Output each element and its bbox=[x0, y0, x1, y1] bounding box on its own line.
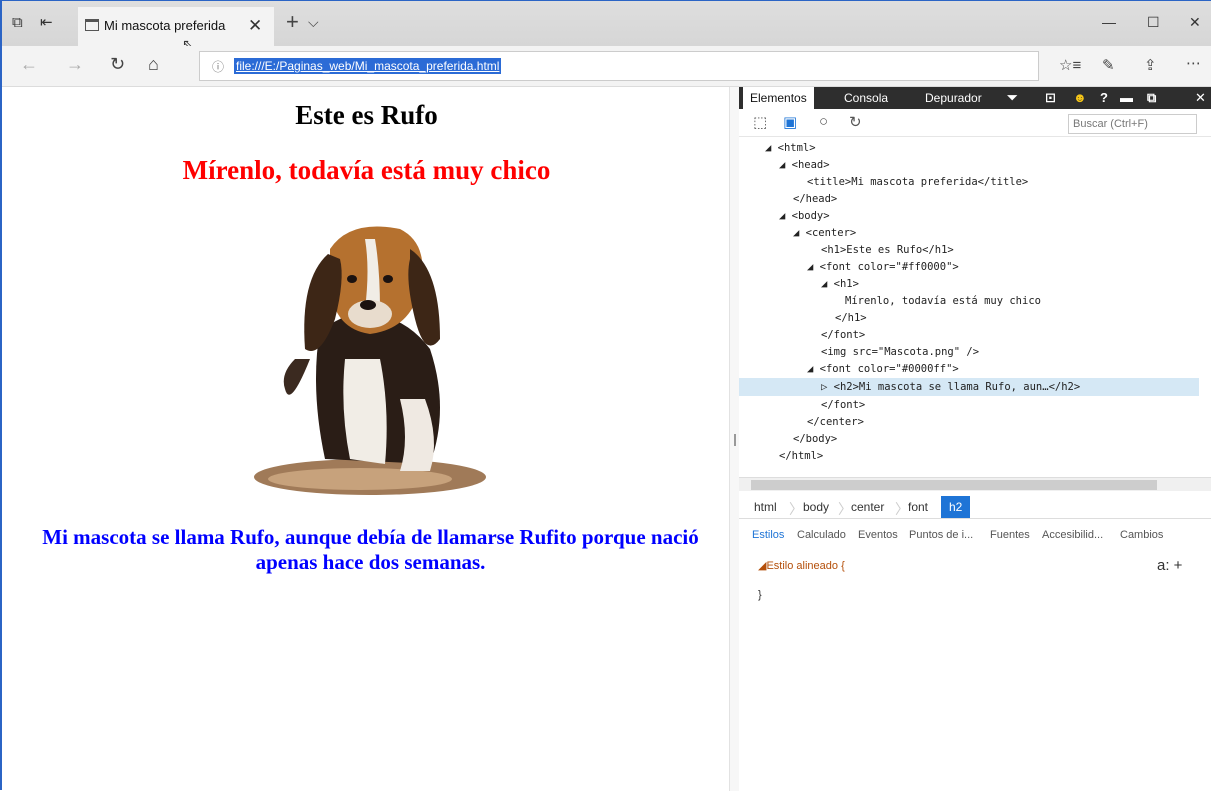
address-bar[interactable]: ⓘ file:///E:/Paginas_web/Mi_mascota_pref… bbox=[199, 51, 1039, 81]
share-icon[interactable]: ⇪ bbox=[1144, 56, 1157, 74]
breadcrumb-h2[interactable]: h2 bbox=[941, 496, 971, 518]
dom-node[interactable]: </html> bbox=[779, 447, 1211, 465]
dom-node[interactable]: <img src="Mascota.png" /> bbox=[821, 343, 1211, 361]
tab-eventos[interactable]: Eventos bbox=[858, 529, 898, 541]
inline-style-rule[interactable]: ◢Estilo alineado { bbox=[758, 559, 845, 572]
tab-consola[interactable]: Consola bbox=[844, 91, 888, 105]
dom-node[interactable]: </h1> bbox=[835, 309, 1211, 327]
splitter-grip[interactable] bbox=[734, 434, 736, 446]
tab-elementos[interactable]: Elementos bbox=[743, 87, 814, 109]
refresh-icon[interactable]: ↻ bbox=[110, 54, 125, 75]
styles-pane: ◢Estilo alineado { } a: + bbox=[739, 551, 1211, 791]
dom-node[interactable]: </font> bbox=[821, 326, 1211, 344]
info-icon[interactable]: ⓘ bbox=[212, 58, 224, 75]
tab-depurador[interactable]: Depurador bbox=[925, 91, 982, 105]
pen-icon[interactable]: ✎ bbox=[1102, 56, 1115, 74]
breadcrumb-html[interactable]: html bbox=[754, 500, 777, 514]
tab-groups-icon[interactable]: ⧉ bbox=[12, 15, 23, 31]
tab-title: Mi mascota preferida bbox=[104, 18, 226, 33]
tab-bar: ⧉ ⇤ Mi mascota preferida ✕ ⇖ + ⌵ — ☐ ✕ bbox=[2, 1, 1211, 52]
dom-vertical-scrollbar[interactable] bbox=[1199, 139, 1211, 477]
dom-node[interactable]: </head> bbox=[793, 190, 1211, 208]
page-heading-mirenlo: Mírenlo, todavía está muy chico bbox=[182, 155, 551, 185]
maximize-icon[interactable]: ☐ bbox=[1147, 14, 1160, 31]
back-icon[interactable]: ← bbox=[20, 54, 38, 75]
highlight-elements-icon[interactable]: ▣ bbox=[783, 113, 797, 131]
new-tab-icon[interactable]: + bbox=[286, 9, 299, 35]
scrollbar-thumb[interactable] bbox=[751, 480, 1157, 490]
console-toggle-icon[interactable]: ⊡ bbox=[1045, 90, 1056, 106]
chevron-right-icon: 〉 bbox=[895, 501, 909, 517]
forward-icon[interactable]: → bbox=[66, 54, 84, 75]
tab-calculado[interactable]: Calculado bbox=[797, 529, 846, 541]
select-element-icon[interactable]: ⬚ bbox=[753, 113, 767, 131]
tab-puntos[interactable]: Puntos de i... bbox=[909, 529, 973, 541]
dom-node[interactable]: <title>Mi mascota preferida</title> bbox=[807, 173, 1211, 191]
breadcrumb-center[interactable]: center bbox=[851, 500, 884, 514]
dock-icon[interactable]: ▬ bbox=[1120, 90, 1133, 105]
set-tabs-aside-icon[interactable]: ⇤ bbox=[40, 15, 53, 31]
dom-node[interactable]: </center> bbox=[807, 413, 1211, 431]
chevron-right-icon: 〉 bbox=[838, 501, 852, 517]
url-text[interactable]: file:///E:/Paginas_web/Mi_mascota_prefer… bbox=[234, 58, 502, 74]
dom-node[interactable]: ◢ <center> bbox=[793, 224, 1211, 242]
favorites-icon[interactable]: ☆≡ bbox=[1059, 56, 1081, 74]
puppy-image bbox=[254, 226, 486, 495]
devtools-splitter[interactable] bbox=[729, 87, 739, 791]
devtools-tab-bar: Elementos Consola Depurador ⏷ ⊡ ☻ ? ▬ ⧉ … bbox=[739, 87, 1211, 109]
elements-toolbar: ⬚ ▣ ○ ↻ Buscar (Ctrl+F) bbox=[739, 109, 1211, 137]
dom-node[interactable]: ◢ <body> bbox=[779, 207, 1211, 225]
more-icon[interactable]: ⋯ bbox=[1186, 54, 1201, 72]
tab-fuentes[interactable]: Fuentes bbox=[990, 529, 1030, 541]
close-window-icon[interactable]: ✕ bbox=[1189, 14, 1201, 31]
rule-close-brace: } bbox=[758, 589, 762, 601]
dom-node[interactable]: </body> bbox=[793, 430, 1211, 448]
feedback-smiley-icon[interactable]: ☻ bbox=[1073, 90, 1087, 105]
dom-node[interactable]: ◢ <font color="#ff0000"> bbox=[807, 258, 1211, 276]
undock-icon[interactable]: ⧉ bbox=[1147, 90, 1156, 106]
web-page-content: Este es Rufo Mírenlo, todavía está muy c… bbox=[4, 87, 729, 791]
close-devtools-icon[interactable]: ✕ bbox=[1195, 90, 1206, 106]
dom-node[interactable]: ◢ <font color="#0000ff"> bbox=[807, 360, 1211, 378]
style-tools[interactable]: a: + bbox=[1157, 557, 1182, 574]
close-tab-icon[interactable]: ✕ bbox=[248, 16, 262, 36]
navigation-bar: ← → ↻ ⌂ ⓘ file:///E:/Paginas_web/Mi_masc… bbox=[2, 46, 1211, 87]
chevron-right-icon: 〉 bbox=[789, 501, 803, 517]
dom-node[interactable]: ◢ <html> bbox=[765, 139, 1211, 157]
breadcrumb-body[interactable]: body bbox=[803, 500, 829, 514]
styles-tab-bar: Estilos Calculado Eventos Puntos de i...… bbox=[739, 523, 1211, 547]
home-icon[interactable]: ⌂ bbox=[148, 54, 159, 75]
refresh-dom-icon[interactable]: ↻ bbox=[849, 113, 862, 131]
tab-estilos[interactable]: Estilos bbox=[752, 529, 784, 541]
devtools-panel: Elementos Consola Depurador ⏷ ⊡ ☻ ? ▬ ⧉ … bbox=[739, 87, 1211, 791]
dom-node[interactable]: Mírenlo, todavía está muy chico bbox=[845, 292, 1211, 310]
breadcrumb-font[interactable]: font bbox=[908, 500, 928, 514]
dom-tree: ◢ <html> ◢ <head> <title>Mi mascota pref… bbox=[739, 139, 1211, 477]
tab-cambios[interactable]: Cambios bbox=[1120, 529, 1163, 541]
tab-accesibilidad[interactable]: Accesibilid... bbox=[1042, 529, 1103, 541]
dom-node[interactable]: ◢ <h1> bbox=[821, 275, 1211, 293]
page-paragraph-mascota: Mi mascota se llama Rufo, aunque debía d… bbox=[42, 525, 699, 574]
dom-node[interactable]: <h1>Este es Rufo</h1> bbox=[821, 241, 1211, 259]
dom-node[interactable]: </font> bbox=[821, 396, 1211, 414]
tab-mi-mascota[interactable]: Mi mascota preferida ✕ bbox=[78, 7, 274, 46]
tab-menu-chevron-icon[interactable]: ⌵ bbox=[308, 14, 319, 31]
dom-node-selected[interactable]: ▷ <h2>Mi mascota se llama Rufo, aun…</h2… bbox=[739, 378, 1199, 396]
more-tools-icon[interactable]: ⏷ bbox=[1007, 90, 1017, 106]
help-icon[interactable]: ? bbox=[1100, 90, 1108, 105]
color-picker-icon[interactable]: ○ bbox=[819, 113, 828, 130]
page-icon bbox=[85, 19, 99, 31]
browser-window: ⧉ ⇤ Mi mascota preferida ✕ ⇖ + ⌵ — ☐ ✕ ←… bbox=[0, 0, 1211, 791]
breadcrumb: html 〉 body 〉 center 〉 font h2 bbox=[739, 495, 1211, 519]
page-heading-este-es-rufo: Este es Rufo bbox=[295, 100, 438, 130]
dom-horizontal-scrollbar[interactable] bbox=[739, 477, 1211, 491]
minimize-icon[interactable]: — bbox=[1102, 14, 1116, 30]
dom-node[interactable]: ◢ <head> bbox=[779, 156, 1211, 174]
dom-search-input[interactable]: Buscar (Ctrl+F) bbox=[1068, 114, 1197, 134]
